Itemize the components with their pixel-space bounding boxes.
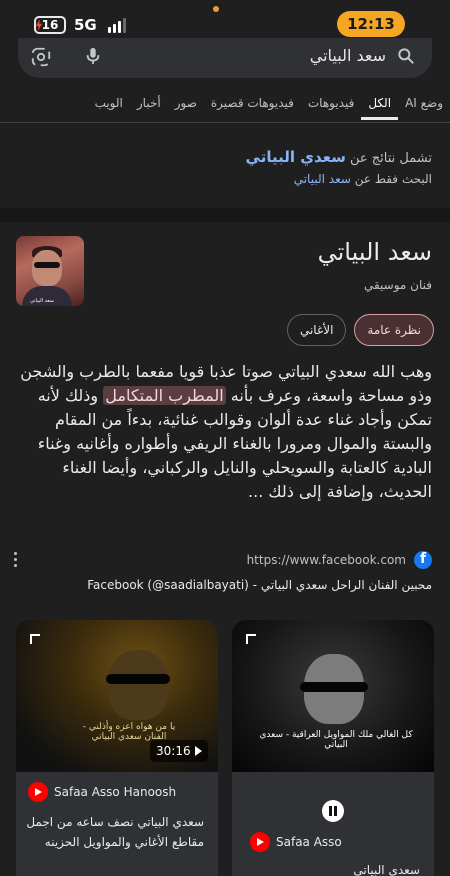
video-thumbnail[interactable]: كل الغالي ملك المواويل العراقية - سعدي ا… xyxy=(232,620,434,772)
tab-images[interactable]: صور xyxy=(168,90,204,120)
entity-title: سعد البياتي xyxy=(317,238,432,266)
video-card[interactable]: يا من هواه اعزه وأذلني - الفنان سعدي الب… xyxy=(16,620,218,876)
entity-subtitle: فنان موسيقي xyxy=(363,278,432,292)
search-bar[interactable]: سعد البياتي xyxy=(18,38,432,78)
duration-badge: 30:16 xyxy=(150,740,208,762)
section-divider xyxy=(0,208,450,222)
pause-icon[interactable] xyxy=(322,800,344,822)
search-icon[interactable] xyxy=(396,46,416,66)
chip-overview[interactable]: نظرة عامة xyxy=(354,314,434,346)
expand-icon[interactable] xyxy=(30,634,40,644)
thumbnail-title: كل الغالي ملك المواويل العراقية - سعدي ا… xyxy=(259,730,413,750)
spell-only-prefix: البحث فقط عن xyxy=(354,172,432,186)
source-title[interactable]: محبين الفنان الراحل سعدي البياتي - Faceb… xyxy=(87,578,432,592)
youtube-icon xyxy=(250,832,270,852)
mic-icon[interactable] xyxy=(84,46,102,66)
entity-description: وهب الله سعدي البياتي صوتا عذبا قويا مفع… xyxy=(14,360,432,504)
thumbnail-title: يا من هواه اعزه وأذلني - الفنان سعدي الب… xyxy=(82,722,176,742)
source-link[interactable]: https://www.facebook.com xyxy=(247,551,432,569)
more-options-icon[interactable] xyxy=(14,552,18,568)
video-thumbnail[interactable]: يا من هواه اعزه وأذلني - الفنان سعدي الب… xyxy=(16,620,218,772)
expand-icon[interactable] xyxy=(246,634,256,644)
privacy-indicator xyxy=(213,6,219,12)
google-lens-icon[interactable] xyxy=(30,46,52,68)
search-tabs: وضع AI الكل فيديوهات فيديوهات قصيرة صور … xyxy=(0,90,450,122)
channel-name: Safaa Asso xyxy=(276,835,342,849)
youtube-icon xyxy=(28,782,48,802)
tab-ai-mode[interactable]: وضع AI xyxy=(398,90,450,120)
clock[interactable]: 12:13 xyxy=(337,11,405,37)
spell-term[interactable]: سعدي البياتي xyxy=(246,148,346,166)
network-type: 5G xyxy=(74,16,97,34)
battery-level: 16 xyxy=(41,18,59,32)
source-url: https://www.facebook.com xyxy=(246,553,406,567)
play-icon xyxy=(194,746,202,756)
tab-all[interactable]: الكل xyxy=(361,90,399,120)
artist-thumbnail[interactable]: سعد البياتي xyxy=(16,236,84,306)
spell-prefix: تشمل نتائج عن xyxy=(349,151,432,166)
video-card[interactable]: كل الغالي ملك المواويل العراقية - سعدي ا… xyxy=(232,620,434,876)
signal-icon xyxy=(108,17,126,33)
tab-videos[interactable]: فيديوهات xyxy=(301,90,361,120)
thumbnail-caption: سعد البياتي xyxy=(30,298,54,304)
description-highlight: المطرب المتكامل xyxy=(103,386,226,405)
tab-web[interactable]: الويب xyxy=(88,90,130,120)
spelling-suggestion: تشمل نتائج عن سعدي البياتي البحث فقط عن … xyxy=(246,148,432,186)
entity-chips: نظرة عامة الأغاني xyxy=(286,314,434,346)
search-input[interactable]: سعد البياتي xyxy=(310,46,386,65)
tab-news[interactable]: أخبار xyxy=(130,90,168,120)
chip-songs[interactable]: الأغاني xyxy=(286,314,347,346)
search-only-link[interactable]: سعد البياتي xyxy=(294,172,351,186)
video-title[interactable]: سعدي البياتي نصف ساعه من اجمل مقاطع الأغ… xyxy=(26,812,204,852)
facebook-icon xyxy=(414,551,432,569)
video-title[interactable]: سعدي البياتي xyxy=(242,860,420,876)
tab-short-videos[interactable]: فيديوهات قصيرة xyxy=(204,90,301,120)
channel-name: Safaa Asso Hanoosh xyxy=(54,785,177,799)
tabs-divider xyxy=(0,122,450,123)
duration: 30:16 xyxy=(156,744,191,758)
